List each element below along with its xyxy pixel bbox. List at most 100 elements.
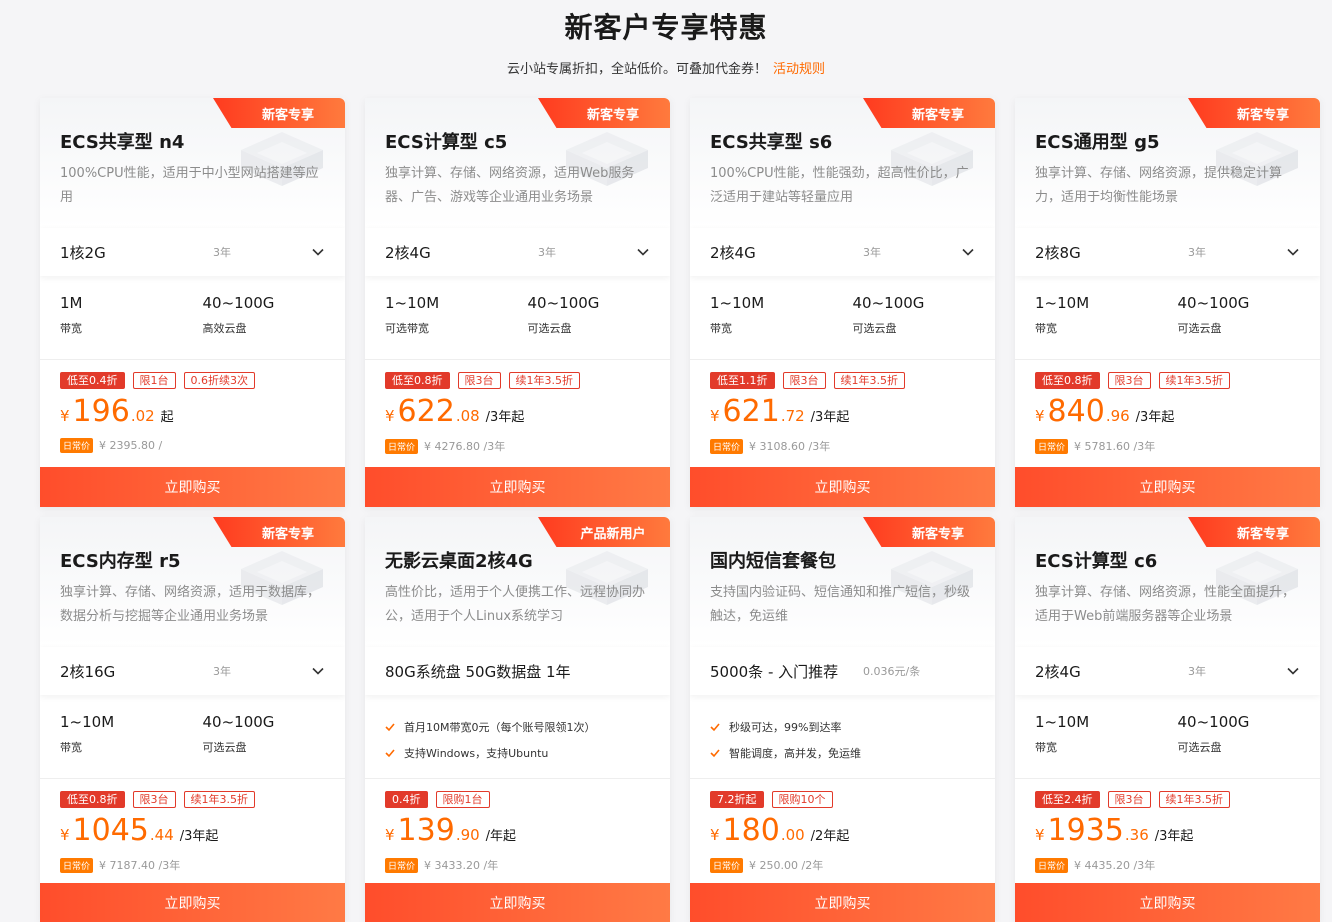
- price-unit: /3年起: [485, 410, 525, 425]
- buy-now-button[interactable]: 立即购买: [690, 467, 995, 507]
- discount-tag: 0.6折续3次: [183, 372, 255, 389]
- product-card-3: 新客专享 ECS共享型 s6 100%CPU性能，性能强劲，超高性价比，广泛适用…: [690, 98, 995, 507]
- spec-value: 40~100G: [202, 713, 275, 731]
- discount-tag: 续1年3.5折: [833, 372, 905, 389]
- original-price-text: ¥ 4435.20 /3年: [1074, 859, 1156, 872]
- discount-tags: 低至0.8折 限3台 续1年3.5折: [60, 791, 263, 808]
- buy-now-button[interactable]: 立即购买: [365, 883, 670, 922]
- price-currency: ¥: [60, 407, 70, 425]
- config-selector[interactable]: 2核8G 3年: [1015, 228, 1320, 276]
- promo-ribbon: 产品新用户: [538, 517, 670, 547]
- divider: [1015, 359, 1320, 360]
- check-icon: [710, 723, 720, 732]
- spec-label: 可选云盘: [527, 322, 572, 335]
- spec-label: 带宽: [710, 322, 732, 335]
- feature-item: 智能调度，高并发，免运维: [710, 740, 990, 766]
- promo-ribbon: 新客专享: [538, 98, 670, 128]
- discount-tag: 低至0.8折: [60, 791, 125, 808]
- spec-value: 1~10M: [1035, 713, 1090, 731]
- config-term: 3年: [863, 246, 881, 259]
- config-selector[interactable]: 2核4G 3年: [365, 228, 670, 276]
- product-card-6: 产品新用户 无影云桌面2核4G 高性价比，适用于个人便携工作、远程协同办公，适用…: [365, 517, 670, 922]
- config-selector[interactable]: 2核4G 3年: [1015, 647, 1320, 695]
- spec-value: 1~10M: [60, 713, 115, 731]
- discount-tag: 7.2折起: [710, 791, 764, 808]
- buy-now-button[interactable]: 立即购买: [40, 467, 345, 507]
- spec-value: 1~10M: [710, 294, 765, 312]
- config-value: 2核4G: [1035, 662, 1081, 681]
- discount-tag: 续1年3.5折: [508, 372, 580, 389]
- product-title: ECS计算型 c6: [1035, 551, 1158, 572]
- price-decimal: .72: [780, 407, 805, 425]
- buy-now-button[interactable]: 立即购买: [1015, 883, 1320, 922]
- config-selector[interactable]: 2核4G 3年: [690, 228, 995, 276]
- chevron-down-icon[interactable]: [961, 245, 975, 259]
- original-price-text: ¥ 7187.40 /3年: [99, 859, 181, 872]
- discount-tag: 续1年3.5折: [183, 791, 255, 808]
- spec-item: 40~100G 可选云盘: [528, 293, 671, 336]
- config-term: 0.036元/条: [863, 665, 921, 678]
- original-price: 日常价 ¥ 2395.80 /: [60, 438, 162, 453]
- promo-ribbon: 新客专享: [863, 517, 995, 547]
- spec-value: 40~100G: [1177, 294, 1250, 312]
- buy-now-button[interactable]: 立即购买: [365, 467, 670, 507]
- config-term: 3年: [213, 246, 231, 259]
- discount-tag: 限购1台: [435, 791, 490, 808]
- original-price: 日常价 ¥ 4435.20 /3年: [1035, 857, 1155, 873]
- config-selector: 5000条 - 入门推荐 0.036元/条: [690, 647, 995, 695]
- spec-value: 40~100G: [1177, 713, 1250, 731]
- spec-label: 可选云盘: [1177, 322, 1222, 335]
- price-integer: 622: [397, 394, 455, 429]
- discount-tag: 限1台: [132, 372, 176, 389]
- regular-price-badge: 日常价: [60, 857, 94, 873]
- spec-item: 40~100G 可选云盘: [203, 712, 346, 755]
- spec-item: 1M 带宽: [60, 293, 203, 336]
- original-price-text: ¥ 2395.80 /: [99, 439, 163, 452]
- regular-price-badge: 日常价: [710, 857, 744, 873]
- discount-tag: 限3台: [782, 372, 826, 389]
- regular-price-badge: 日常价: [385, 857, 419, 873]
- price-decimal: .02: [130, 407, 155, 425]
- feature-text: 首月10M带宽0元（每个账号限领1次）: [404, 721, 596, 734]
- chevron-down-icon[interactable]: [311, 664, 325, 678]
- chevron-down-icon[interactable]: [636, 245, 650, 259]
- config-selector[interactable]: 2核16G 3年: [40, 647, 345, 695]
- chevron-down-icon[interactable]: [1286, 664, 1300, 678]
- spec-value: 1~10M: [385, 294, 440, 312]
- price-decimal: .08: [455, 407, 480, 425]
- price-currency: ¥: [385, 826, 395, 844]
- page-title: 新客户专享特惠: [564, 11, 768, 44]
- buy-now-button[interactable]: 立即购买: [1015, 467, 1320, 507]
- product-title: ECS通用型 g5: [1035, 132, 1160, 153]
- config-value: 2核4G: [710, 243, 756, 262]
- activity-rules-link[interactable]: 活动规则: [773, 62, 825, 77]
- chevron-down-icon[interactable]: [1286, 245, 1300, 259]
- spec-label: 可选带宽: [385, 322, 429, 335]
- spec-list: 1M 带宽 40~100G 高效云盘: [60, 293, 345, 336]
- config-selector: 80G系统盘 50G数据盘 1年: [365, 647, 670, 695]
- price-unit: /2年起: [810, 829, 850, 844]
- price-integer: 1935: [1047, 813, 1124, 848]
- original-price: 日常价 ¥ 4276.80 /3年: [385, 438, 505, 454]
- price-currency: ¥: [710, 826, 720, 844]
- divider: [40, 359, 345, 360]
- spec-item: 1~10M 可选带宽: [385, 293, 528, 336]
- feature-item: 首月10M带宽0元（每个账号限领1次）: [385, 714, 665, 740]
- original-price: 日常价 ¥ 250.00 /2年: [710, 857, 823, 873]
- buy-now-button[interactable]: 立即购买: [40, 883, 345, 922]
- spec-list: 1~10M 带宽 40~100G 可选云盘: [710, 293, 995, 336]
- regular-price-badge: 日常价: [1035, 857, 1069, 873]
- product-card-2: 新客专享 ECS计算型 c5 独享计算、存储、网络资源，适用Web服务器、广告、…: [365, 98, 670, 507]
- product-description: 独享计算、存储、网络资源，适用于数据库，数据分析与挖掘等企业通用业务场景: [60, 585, 321, 624]
- discount-tag: 低至1.1折: [710, 372, 775, 389]
- config-selector[interactable]: 1核2G 3年: [40, 228, 345, 276]
- promo-ribbon: 新客专享: [1188, 517, 1320, 547]
- chevron-down-icon[interactable]: [311, 245, 325, 259]
- buy-now-button[interactable]: 立即购买: [690, 883, 995, 922]
- discount-tag: 低至0.8折: [1035, 372, 1100, 389]
- spec-list: 1~10M 带宽 40~100G 可选云盘: [1035, 293, 1320, 336]
- regular-price-badge: 日常价: [385, 438, 419, 454]
- config-term: 3年: [1188, 246, 1206, 259]
- product-title: ECS内存型 r5: [60, 551, 181, 572]
- price-unit: 起: [160, 410, 174, 425]
